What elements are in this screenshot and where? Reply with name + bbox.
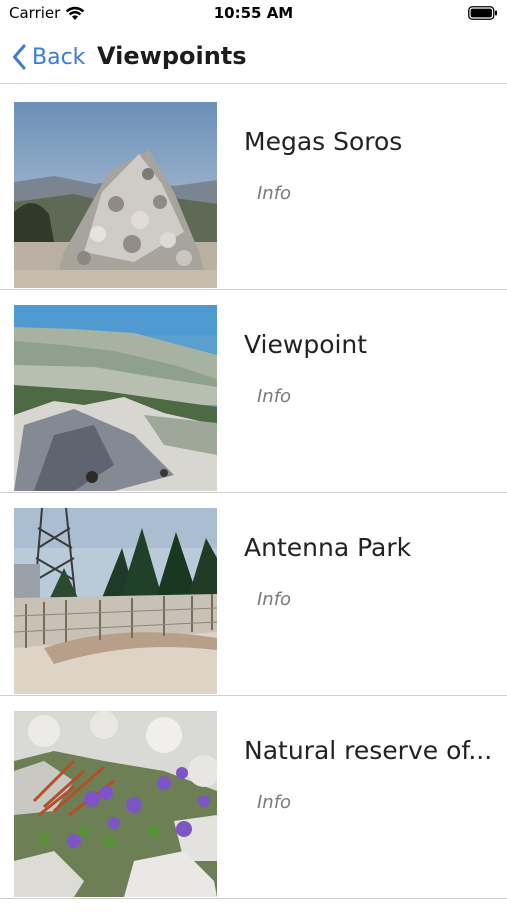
battery-icon (468, 6, 497, 20)
list-item[interactable]: Megas Soros Info (0, 101, 507, 304)
coastal-viewpoint-photo (14, 305, 217, 491)
stone-cairn-photo (14, 102, 217, 288)
chevron-left-icon (13, 44, 26, 70)
row-divider (0, 695, 507, 696)
info-link[interactable]: Info (257, 183, 291, 204)
item-title: Viewpoint (244, 330, 368, 359)
back-label: Back (32, 44, 86, 70)
viewpoints-list: Megas Soros Info Viewpoint Info Antenna … (0, 101, 507, 913)
navigation-bar: Back Viewpoints (0, 32, 507, 84)
page-title: Viewpoints (97, 42, 247, 70)
back-button[interactable]: Back (12, 40, 85, 74)
item-title: Antenna Park (244, 533, 412, 562)
row-divider (0, 898, 507, 899)
item-title: Natural reserve of... (244, 736, 493, 765)
list-item[interactable]: Natural reserve of... Info (0, 710, 507, 913)
info-link[interactable]: Info (257, 386, 291, 407)
list-item[interactable]: Antenna Park Info (0, 507, 507, 710)
clock: 10:55 AM (213, 4, 294, 22)
info-link[interactable]: Info (257, 589, 291, 610)
info-link[interactable]: Info (257, 792, 291, 813)
row-divider (0, 289, 507, 290)
row-divider (0, 492, 507, 493)
wild-flowers-photo (14, 711, 217, 897)
item-title: Megas Soros (244, 127, 403, 156)
antenna-park-photo (14, 508, 217, 694)
list-item[interactable]: Viewpoint Info (0, 304, 507, 507)
status-bar: Carrier 10:55 AM (0, 0, 507, 28)
